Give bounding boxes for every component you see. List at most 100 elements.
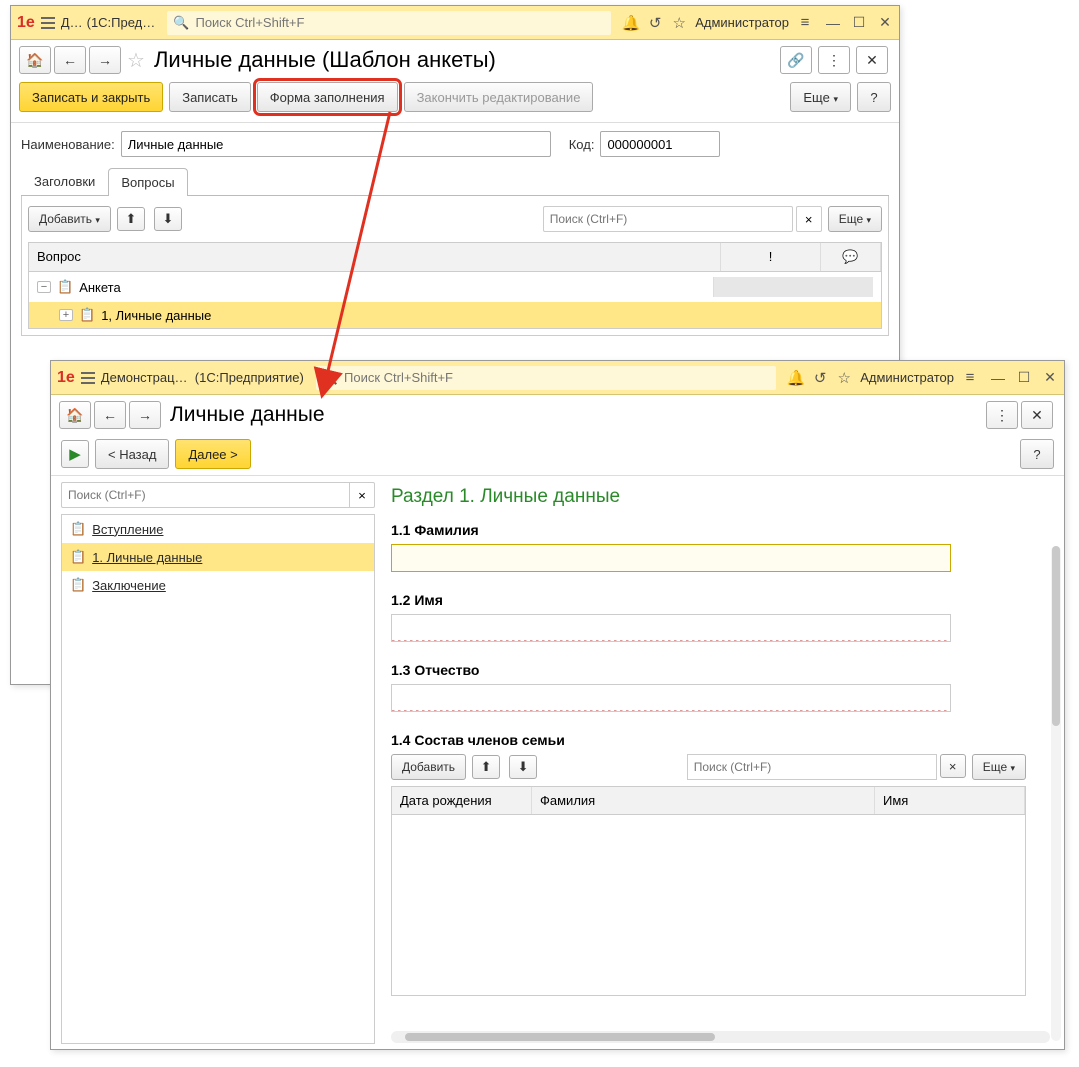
grid-search-clear[interactable]: ×: [796, 206, 822, 232]
questions-grid: Вопрос ! 💬 − 📋 Анкета + 📋 1, Личные данн…: [28, 242, 882, 329]
family-more-button[interactable]: Еще ▾: [972, 754, 1026, 780]
nav-back-button[interactable]: ←: [94, 401, 126, 429]
wizard-back-button[interactable]: < Назад: [95, 439, 169, 469]
expand-icon[interactable]: +: [59, 309, 73, 321]
minimize-button[interactable]: —: [990, 370, 1006, 386]
window-controls: — ☐ ✕: [990, 370, 1058, 386]
clipboard-icon: 📋: [57, 279, 73, 295]
user-label[interactable]: Администратор: [860, 370, 954, 385]
q2-input[interactable]: [391, 614, 951, 642]
action-bar: Записать и закрыть Записать Форма заполн…: [11, 78, 899, 123]
row-root-label: Анкета: [79, 280, 121, 295]
more-button[interactable]: Еще ▾: [790, 82, 851, 112]
q1-input[interactable]: [391, 544, 951, 572]
add-button[interactable]: Добавить ▾: [28, 206, 111, 232]
form-close-button[interactable]: ✕: [1021, 401, 1053, 429]
code-label: Код:: [569, 137, 595, 152]
search-icon: 🔍: [322, 370, 338, 386]
favorite-icon[interactable]: ☆: [127, 48, 145, 73]
grid-row-root[interactable]: − 📋 Анкета: [29, 272, 881, 302]
help-button[interactable]: ?: [1020, 439, 1054, 469]
move-up-button[interactable]: ⬆: [117, 207, 145, 231]
col-important-icon: !: [721, 243, 821, 271]
family-down-button[interactable]: ⬇: [509, 755, 537, 779]
form-close-button[interactable]: ✕: [856, 46, 888, 74]
hamburger-icon[interactable]: [81, 372, 95, 384]
global-search[interactable]: 🔍: [316, 366, 776, 390]
bell-icon[interactable]: 🔔: [784, 369, 808, 387]
maximize-button[interactable]: ☐: [851, 15, 867, 31]
grid-row-child[interactable]: + 📋 1, Личные данные: [29, 302, 881, 328]
sidebar-item-personal[interactable]: 📋 1. Личные данные: [62, 543, 374, 571]
kebab-icon[interactable]: ⋮: [986, 401, 1018, 429]
row-child-label: 1, Личные данные: [101, 308, 211, 323]
close-button[interactable]: ✕: [1042, 370, 1058, 386]
col-question: Вопрос: [29, 243, 721, 271]
nav-forward-button[interactable]: →: [129, 401, 161, 429]
user-label[interactable]: Администратор: [695, 15, 789, 30]
history-icon[interactable]: ↺: [808, 369, 832, 387]
family-add-button[interactable]: Добавить: [391, 754, 466, 780]
code-input[interactable]: [600, 131, 720, 157]
col-comment-icon: 💬: [821, 243, 881, 271]
nav-back-button[interactable]: ←: [54, 46, 86, 74]
vertical-scrollbar[interactable]: [1051, 546, 1061, 1041]
fill-form-button[interactable]: Форма заполнения: [257, 82, 398, 112]
finish-edit-button[interactable]: Закончить редактирование: [404, 82, 594, 112]
name-label: Наименование:: [21, 137, 115, 152]
document-arrow-icon[interactable]: ▶: [61, 440, 89, 468]
save-close-button[interactable]: Записать и закрыть: [19, 82, 163, 112]
sidebar-search-input[interactable]: [61, 482, 349, 508]
sidebar-item-conclusion[interactable]: 📋 Заключение: [62, 571, 374, 599]
q3-input[interactable]: [391, 684, 951, 712]
global-search-input[interactable]: [193, 14, 605, 31]
clipboard-icon: 📋: [79, 307, 95, 323]
titlebar: 1e Демонстрацио… (1С:Предприятие) 🔍 🔔 ↺ …: [51, 361, 1064, 395]
bell-icon[interactable]: 🔔: [619, 14, 643, 32]
sidebar-item-intro[interactable]: 📋 Вступление: [62, 515, 374, 543]
nav-forward-button[interactable]: →: [89, 46, 121, 74]
grid-search-input[interactable]: [543, 206, 793, 232]
family-up-button[interactable]: ⬆: [472, 755, 500, 779]
wizard-next-button[interactable]: Далее >: [175, 439, 250, 469]
history-icon[interactable]: ↺: [643, 14, 667, 32]
settings-icon[interactable]: ≡: [958, 369, 982, 386]
col-birthdate: Дата рождения: [392, 787, 532, 814]
name-code-row: Наименование: Код:: [11, 123, 899, 167]
star-icon[interactable]: ☆: [832, 369, 856, 387]
global-search-input[interactable]: [342, 369, 770, 386]
star-icon[interactable]: ☆: [667, 14, 691, 32]
kebab-icon[interactable]: ⋮: [818, 46, 850, 74]
sidebar-search-clear[interactable]: ×: [349, 482, 375, 508]
tab-headers[interactable]: Заголовки: [21, 167, 108, 195]
hamburger-icon[interactable]: [41, 17, 55, 29]
collapse-icon[interactable]: −: [37, 281, 51, 293]
title-doc: Демонстрацио…: [101, 370, 191, 385]
minimize-button[interactable]: —: [825, 15, 841, 31]
maximize-button[interactable]: ☐: [1016, 370, 1032, 386]
home-button[interactable]: 🏠: [59, 401, 91, 429]
q2-label: 1.2 Имя: [391, 592, 1050, 608]
grid-more-button[interactable]: Еще ▾: [828, 206, 882, 232]
close-button[interactable]: ✕: [877, 15, 893, 31]
settings-icon[interactable]: ≡: [793, 14, 817, 31]
sidebar-item-label: 1. Личные данные: [92, 550, 202, 565]
q4-label: 1.4 Состав членов семьи: [391, 732, 1050, 748]
family-search-input[interactable]: [687, 754, 937, 780]
global-search[interactable]: 🔍: [167, 11, 611, 35]
move-down-button[interactable]: ⬇: [154, 207, 182, 231]
family-search-clear[interactable]: ×: [940, 754, 966, 778]
q1-label: 1.1 Фамилия: [391, 522, 1050, 538]
section-list: 📋 Вступление 📋 1. Личные данные 📋 Заключ…: [61, 514, 375, 1044]
save-button[interactable]: Записать: [169, 82, 251, 112]
help-button[interactable]: ?: [857, 82, 891, 112]
clipboard-icon: 📋: [70, 521, 86, 537]
link-icon[interactable]: 🔗: [780, 46, 812, 74]
horizontal-scrollbar[interactable]: [391, 1031, 1050, 1043]
titlebar: 1e Д… (1С:Пред… 🔍 🔔 ↺ ☆ Администратор ≡ …: [11, 6, 899, 40]
tab-questions[interactable]: Вопросы: [108, 168, 187, 196]
tabs: Заголовки Вопросы: [21, 167, 889, 196]
home-button[interactable]: 🏠: [19, 46, 51, 74]
family-grid: Дата рождения Фамилия Имя: [391, 786, 1026, 996]
name-input[interactable]: [121, 131, 551, 157]
